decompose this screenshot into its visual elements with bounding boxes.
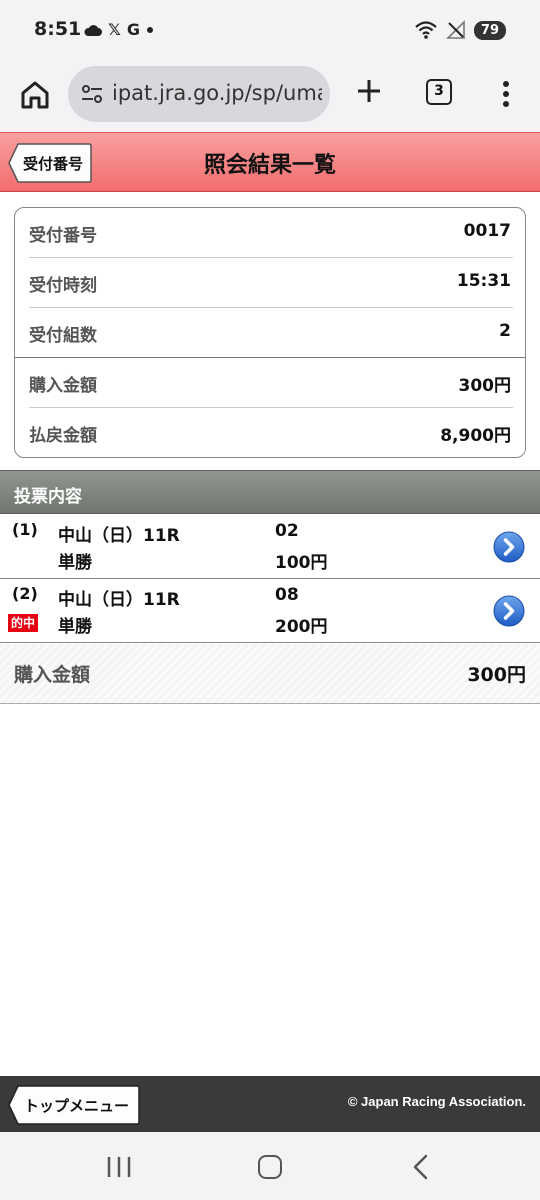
chevron-right-icon[interactable] [493,595,525,627]
status-time: 8:51 [34,18,82,40]
bet-type: 単勝 [58,617,92,637]
summary-row-payout-amount: 払戻金額 8,900円 [15,408,525,458]
summary-label: 受付番号 [29,226,97,246]
browser-toolbar: ipat.jra.go.jp/sp/uma 3 [0,62,540,132]
bet-row[interactable]: (1) 中山（日）11R 単勝 02 100円 [0,515,540,579]
total-label: 購入金額 [14,664,91,686]
summary-row-bet-count: 受付組数 2 [15,308,525,358]
summary-value: 300円 [458,376,512,396]
signal-off-icon [445,20,465,39]
cloud-icon [84,25,102,36]
summary-row-purchase-amount: 購入金額 300円 [15,358,525,408]
summary-value: 0017 [463,221,511,241]
summary-value: 15:31 [456,271,511,291]
status-icons-left: 𝕏 G [84,20,154,40]
status-bar: 8:51 𝕏 G 79 [0,0,540,62]
total-purchase-row: 購入金額 300円 [0,644,540,704]
copyright-text: © Japan Racing Association. [347,1094,526,1109]
bet-index: (1) [12,520,38,539]
new-tab-icon[interactable] [354,76,384,106]
dot-icon [147,27,154,33]
address-bar[interactable]: ipat.jra.go.jp/sp/uma [68,66,330,122]
summary-row-receipt-time: 受付時刻 15:31 [15,258,525,308]
bet-type: 単勝 [58,553,92,573]
page-footer: トップメニュー © Japan Racing Association. [0,1076,540,1132]
recent-apps-icon[interactable] [106,1156,132,1178]
bet-contents-header: 投票内容 [0,470,540,514]
status-icons-right: 79 [414,20,506,40]
bet-amount: 200円 [275,617,328,637]
bet-race: 中山（日）11R [58,526,180,546]
bet-race: 中山（日）11R [58,590,180,610]
url-text[interactable]: ipat.jra.go.jp/sp/uma [112,81,322,105]
summary-label: 受付時刻 [29,276,97,296]
summary-value: 8,900円 [440,426,511,446]
top-menu-label: トップメニュー [24,1097,130,1115]
summary-label: 払戻金額 [29,426,97,446]
total-value: 300円 [467,664,526,686]
wifi-icon [415,21,437,39]
bet-amount: 100円 [275,553,328,573]
section-title: 投票内容 [14,487,82,507]
bet-horse-number: 08 [275,585,299,605]
battery-indicator: 79 [473,20,506,40]
summary-label: 受付組数 [29,326,97,346]
system-nav-bar [0,1132,540,1200]
page-title: 照会結果一覧 [203,153,336,178]
tab-switcher-button[interactable]: 3 [426,79,452,105]
home-icon[interactable] [18,78,52,112]
home-nav-icon[interactable] [258,1155,282,1179]
summary-value: 2 [499,321,511,341]
bet-row[interactable]: (2) 的中 中山（日）11R 単勝 08 200円 [0,579,540,643]
page-header: 受付番号 照会結果一覧 [0,132,540,192]
x-icon: 𝕏 [108,20,121,39]
back-nav-icon[interactable] [410,1154,430,1180]
site-settings-icon[interactable] [80,82,104,106]
receipt-summary: 受付番号 0017 受付時刻 15:31 受付組数 2 購入金額 300円 払戻… [14,207,526,458]
summary-label: 購入金額 [29,376,97,396]
bet-horse-number: 02 [275,521,299,541]
g-icon: G [126,20,141,39]
chevron-right-icon[interactable] [493,531,525,563]
summary-row-receipt-number: 受付番号 0017 [15,208,525,258]
hit-badge: 的中 [8,614,39,632]
bet-index: (2) [12,584,38,603]
more-menu-icon[interactable] [496,80,516,108]
